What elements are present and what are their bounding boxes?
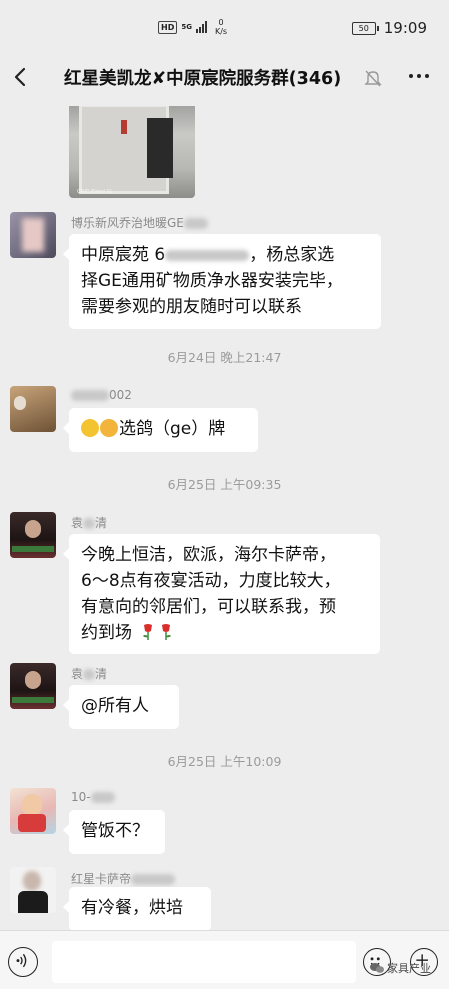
chevron-left-icon[interactable]	[10, 62, 32, 92]
frown-emoji-icon	[100, 419, 118, 437]
rose-emoji-icon	[162, 624, 172, 640]
hd-badge: HD	[158, 20, 178, 34]
network-type: 5G	[181, 23, 192, 31]
message-input[interactable]	[52, 941, 356, 983]
sender-name: 002	[71, 388, 132, 402]
message-line: 6～8点有夜宴活动，力度比较大，	[81, 571, 341, 591]
avatar[interactable]	[10, 212, 56, 258]
signal-icon	[195, 21, 207, 33]
sender-name: 袁清	[71, 667, 108, 681]
message-line: 选鸽（ge）牌	[81, 416, 246, 442]
avatar[interactable]	[10, 386, 56, 432]
status-time: 19:09	[383, 19, 427, 37]
chat-header: 红星美凯龙✘中原宸院服务群(346)	[0, 48, 449, 106]
message-line: 今晚上恒洁，欧派，海尔卡萨帝，	[81, 545, 336, 565]
timestamp: 6月25日 上午10:09	[167, 754, 282, 769]
chat-title: 红星美凯龙✘中原宸院服务群(346)	[64, 69, 342, 89]
message-line: 有意向的邻居们，可以联系我，预	[81, 597, 336, 617]
message-bubble[interactable]: @所有人	[63, 685, 179, 729]
grin-emoji-icon	[81, 419, 99, 437]
message-line: @所有人	[81, 696, 149, 716]
chat-messages[interactable]: GRID Eimei IG 博乐新风乔治地暖GE 中原宸苑 6 ，杨总家选 择GE…	[0, 106, 449, 930]
image-message[interactable]: GRID Eimei IG	[69, 106, 195, 198]
network-speed: 0 K/s	[214, 18, 228, 36]
message-bubble[interactable]: 选鸽（ge）牌	[63, 408, 258, 452]
photo-purifier	[147, 118, 173, 178]
message-bubble[interactable]: 中原宸苑 6 ，杨总家选 择GE通用矿物质净水器安装完毕， 需要参观的朋友随时可以…	[63, 234, 381, 329]
watermark: 家具产业	[370, 960, 431, 976]
sender-name: 博乐新风乔治地暖GE	[71, 214, 208, 231]
timestamp: 6月24日 晚上21:47	[167, 350, 282, 365]
message-line: 需要参观的朋友随时可以联系	[81, 297, 302, 317]
battery-icon: 50	[351, 21, 379, 35]
rose-emoji-icon	[143, 624, 153, 640]
voice-icon[interactable]	[8, 947, 38, 977]
message-line: 约到场	[81, 620, 368, 646]
avatar[interactable]	[10, 512, 56, 558]
avatar[interactable]	[10, 788, 56, 834]
message-bubble[interactable]: 今晚上恒洁，欧派，海尔卡萨帝， 6～8点有夜宴活动，力度比较大， 有意向的邻居们…	[63, 534, 380, 654]
bell-muted-icon	[364, 70, 382, 87]
message-line: 管饭不？	[81, 821, 149, 841]
message-line: 有冷餐，烘培	[81, 898, 183, 918]
message-bubble[interactable]: 管饭不？	[63, 810, 165, 854]
sender-name: 袁清	[71, 516, 108, 530]
photo-valve	[121, 120, 127, 134]
message-line: 择GE通用矿物质净水器安装完毕，	[81, 271, 343, 291]
avatar[interactable]	[10, 663, 56, 709]
network-indicator: HD 5G 0 K/s	[158, 18, 227, 36]
message-bubble[interactable]: 有冷餐，烘培	[63, 887, 211, 930]
more-dots-icon[interactable]	[409, 74, 429, 78]
wechat-logo-icon	[370, 963, 384, 973]
sender-name: 10-	[71, 790, 115, 804]
status-bar: HD 5G 0 K/s 50 19:09	[0, 0, 449, 44]
timestamp: 6月25日 上午09:35	[167, 477, 282, 492]
sender-name: 红星卡萨帝	[71, 870, 176, 887]
image-caption: GRID Eimei IG	[77, 189, 113, 195]
message-line: 中原宸苑 6 ，杨总家选	[81, 245, 335, 265]
avatar[interactable]	[10, 867, 56, 913]
